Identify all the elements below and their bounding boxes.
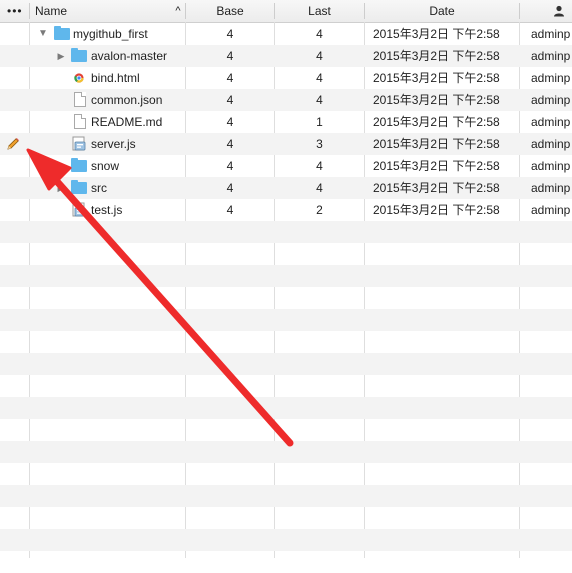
column-menu-button[interactable]: ••• (7, 0, 27, 22)
folder-icon (71, 180, 87, 194)
file-name: server.js (91, 137, 136, 151)
base-revision: 4 (226, 203, 234, 217)
script-icon (72, 199, 88, 221)
modified-date: 2015年3月2日 下午2:58 (373, 27, 500, 41)
modified-date: 2015年3月2日 下午2:58 (373, 159, 500, 173)
empty-row (0, 309, 572, 331)
empty-row (0, 463, 572, 485)
base-revision: 4 (226, 27, 234, 41)
base-revision: 4 (226, 71, 234, 85)
table-header: ••• Name ^ Base Last Date (0, 0, 572, 23)
column-header-last[interactable]: Last (275, 0, 364, 22)
modified-date: 2015年3月2日 下午2:58 (373, 71, 500, 85)
last-revision: 4 (316, 49, 323, 63)
file-list-table: ••• Name ^ Base Last Date ▼ mygithub_fir… (0, 0, 572, 558)
last-revision: 3 (316, 137, 323, 151)
base-revision: 4 (226, 115, 234, 129)
author: adminp (531, 203, 571, 217)
column-header-base[interactable]: Base (186, 0, 274, 22)
column-header-date[interactable]: Date (365, 0, 519, 22)
file-name: common.json (91, 93, 163, 107)
empty-row (0, 221, 572, 243)
empty-row (0, 243, 572, 265)
column-header-name[interactable]: Name (35, 0, 67, 22)
disclosure-collapsed-icon[interactable]: ▶ (55, 155, 67, 177)
last-revision: 4 (316, 93, 323, 107)
empty-row (0, 287, 572, 309)
column-divider[interactable] (519, 3, 520, 19)
empty-row (0, 419, 572, 441)
author: adminp (531, 159, 571, 173)
table-row[interactable]: bind.html 4 4 2015年3月2日 下午2:58 adminp (0, 67, 572, 89)
table-row[interactable]: ▼ mygithub_first 4 4 2015年3月2日 下午2:58 ad… (0, 23, 572, 45)
table-row[interactable]: ▶ snow 4 4 2015年3月2日 下午2:58 adminp (0, 155, 572, 177)
empty-row (0, 331, 572, 353)
base-revision: 4 (226, 159, 234, 173)
file-name: bind.html (91, 71, 140, 85)
author: adminp (531, 71, 571, 85)
empty-row (0, 529, 572, 551)
author: adminp (531, 181, 571, 195)
table-row[interactable]: test.js 4 2 2015年3月2日 下午2:58 adminp (0, 199, 572, 221)
chrome-html-icon (74, 67, 86, 89)
sort-ascending-icon[interactable]: ^ (172, 0, 184, 22)
table-row[interactable]: ▶ avalon-master 4 4 2015年3月2日 下午2:58 adm… (0, 45, 572, 67)
empty-row (0, 485, 572, 507)
modified-date: 2015年3月2日 下午2:58 (373, 181, 500, 195)
author: adminp (531, 115, 571, 129)
folder-icon (71, 158, 87, 172)
last-revision: 4 (316, 27, 323, 41)
disclosure-expanded-icon[interactable]: ▼ (37, 23, 49, 45)
table-row[interactable]: common.json 4 4 2015年3月2日 下午2:58 adminp (0, 89, 572, 111)
modified-pencil-icon (6, 133, 22, 155)
folder-icon (54, 26, 70, 40)
folder-icon (71, 48, 87, 62)
file-name: src (91, 181, 107, 195)
base-revision: 4 (226, 49, 234, 63)
table-row[interactable]: server.js 4 3 2015年3月2日 下午2:58 adminp (0, 133, 572, 155)
table-body: ▼ mygithub_first 4 4 2015年3月2日 下午2:58 ad… (0, 23, 572, 573)
table-row[interactable]: README.md 4 1 2015年3月2日 下午2:58 adminp (0, 111, 572, 133)
empty-row (0, 265, 572, 287)
document-icon (74, 92, 86, 107)
modified-date: 2015年3月2日 下午2:58 (373, 137, 500, 151)
empty-row (0, 397, 572, 419)
file-name: snow (91, 159, 120, 173)
column-divider[interactable] (29, 3, 30, 19)
last-revision: 4 (316, 159, 323, 173)
modified-date: 2015年3月2日 下午2:58 (373, 115, 500, 129)
user-icon[interactable] (553, 0, 567, 22)
last-revision: 1 (316, 115, 323, 129)
last-revision: 4 (316, 71, 323, 85)
author: adminp (531, 93, 571, 107)
file-name: test.js (91, 203, 123, 217)
file-name: avalon-master (91, 49, 168, 63)
last-revision: 2 (316, 203, 323, 217)
modified-date: 2015年3月2日 下午2:58 (373, 203, 500, 217)
empty-row (0, 507, 572, 529)
document-icon (74, 114, 86, 129)
empty-row (0, 551, 572, 573)
disclosure-collapsed-icon[interactable]: ▶ (55, 45, 67, 67)
author: adminp (531, 137, 571, 151)
author: adminp (531, 49, 571, 63)
disclosure-collapsed-icon[interactable]: ▶ (55, 177, 67, 199)
file-name: mygithub_first (73, 27, 148, 41)
base-revision: 4 (226, 181, 234, 195)
empty-row (0, 375, 572, 397)
table-row[interactable]: ▶ src 4 4 2015年3月2日 下午2:58 adminp (0, 177, 572, 199)
last-revision: 4 (316, 181, 323, 195)
script-icon (72, 133, 88, 155)
author: adminp (531, 27, 571, 41)
modified-date: 2015年3月2日 下午2:58 (373, 49, 500, 63)
file-name: README.md (91, 115, 163, 129)
empty-row (0, 441, 572, 463)
base-revision: 4 (226, 137, 234, 151)
empty-row (0, 353, 572, 375)
base-revision: 4 (226, 93, 234, 107)
modified-date: 2015年3月2日 下午2:58 (373, 93, 500, 107)
